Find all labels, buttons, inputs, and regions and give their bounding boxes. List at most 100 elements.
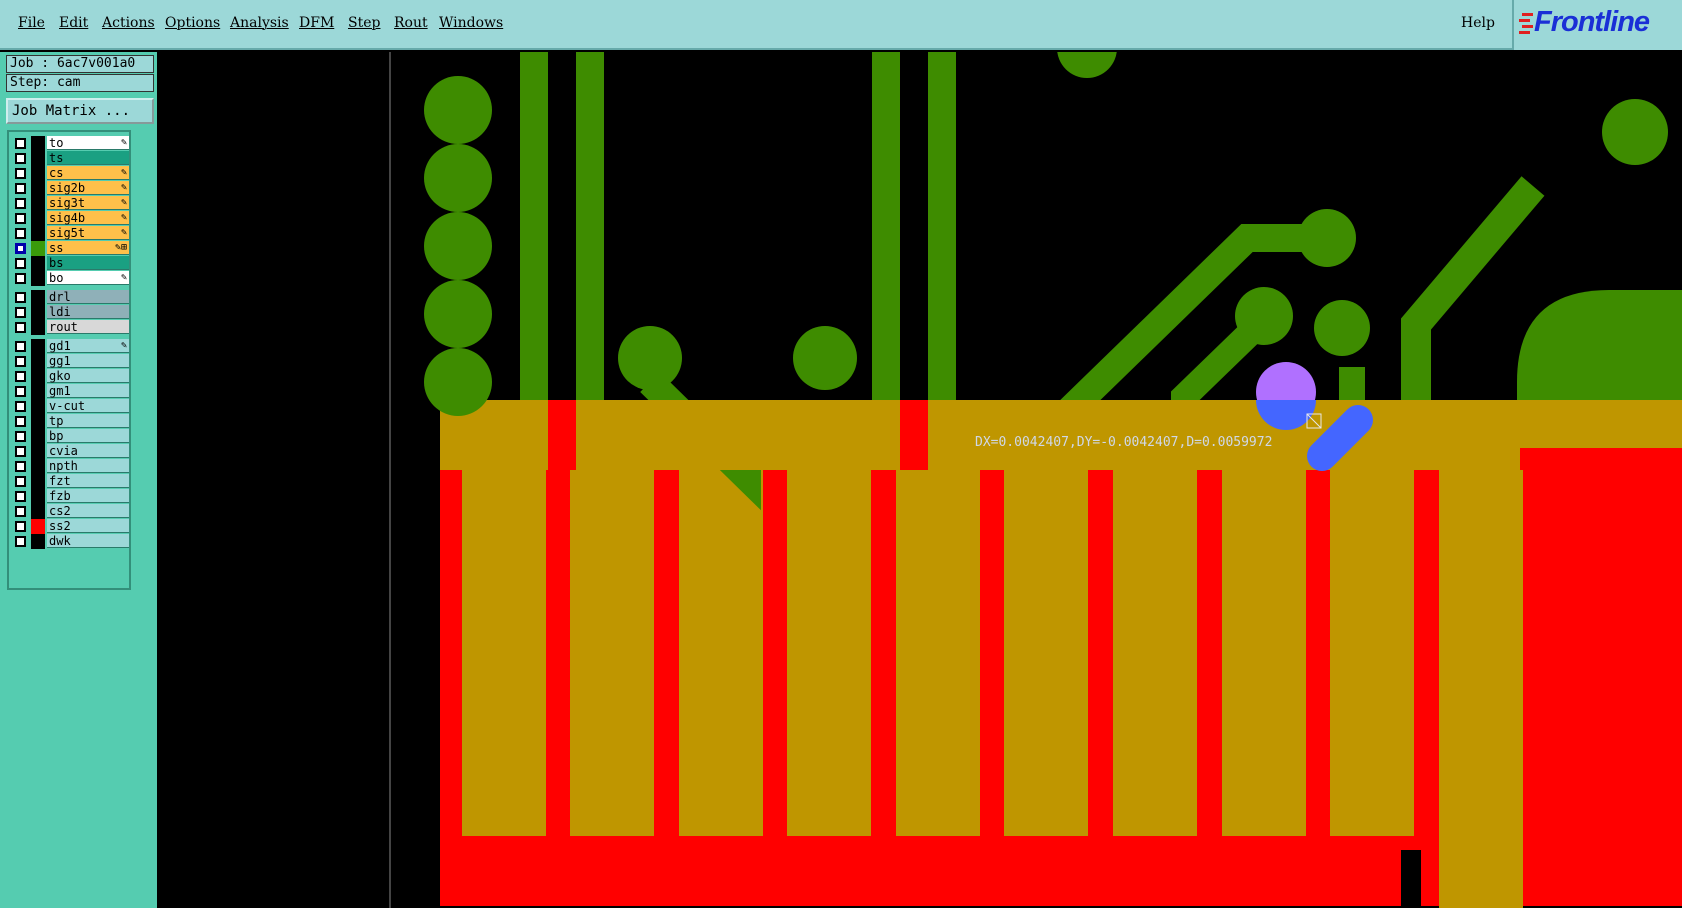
- layer-color-swatch[interactable]: [31, 354, 45, 369]
- menu-options[interactable]: Options: [165, 15, 220, 31]
- layer-checkbox[interactable]: [15, 476, 26, 487]
- layer-name[interactable]: bp: [47, 429, 129, 443]
- layer-checkbox[interactable]: [15, 386, 26, 397]
- menu-help[interactable]: Help: [1461, 15, 1495, 31]
- layer-color-swatch[interactable]: [31, 305, 45, 320]
- layer-color-swatch[interactable]: [31, 181, 45, 196]
- layer-row-gd1[interactable]: gd1 ✎: [11, 339, 129, 354]
- layer-checkbox[interactable]: [15, 491, 26, 502]
- layer-color-swatch[interactable]: [31, 339, 45, 354]
- layer-row-cvia[interactable]: cvia: [11, 444, 129, 459]
- layer-name[interactable]: npth: [47, 459, 129, 473]
- layer-name[interactable]: ldi: [47, 305, 129, 319]
- layer-color-swatch[interactable]: [31, 459, 45, 474]
- layer-checkbox[interactable]: [15, 168, 26, 179]
- layer-color-swatch[interactable]: [31, 226, 45, 241]
- layer-checkbox[interactable]: [15, 461, 26, 472]
- layer-name[interactable]: gg1: [47, 354, 129, 368]
- layer-name[interactable]: sig2b ✎: [47, 181, 129, 195]
- layer-row-rout[interactable]: rout: [11, 320, 129, 335]
- layer-row-dwk[interactable]: dwk: [11, 534, 129, 549]
- layer-checkbox[interactable]: [15, 138, 26, 149]
- layer-name[interactable]: gd1 ✎: [47, 339, 129, 353]
- layer-color-swatch[interactable]: [31, 211, 45, 226]
- layer-name[interactable]: rout: [47, 320, 129, 334]
- layer-checkbox[interactable]: [15, 228, 26, 239]
- layer-color-swatch[interactable]: [31, 166, 45, 181]
- layer-name[interactable]: cs2: [47, 504, 129, 518]
- menu-step[interactable]: Step: [348, 15, 380, 31]
- layer-name[interactable]: tp: [47, 414, 129, 428]
- layer-color-swatch[interactable]: [31, 414, 45, 429]
- layer-checkbox[interactable]: [15, 371, 26, 382]
- layer-color-swatch[interactable]: [31, 489, 45, 504]
- layer-color-swatch[interactable]: [31, 320, 45, 335]
- layer-row-fzt[interactable]: fzt: [11, 474, 129, 489]
- layer-checkbox[interactable]: [15, 273, 26, 284]
- layer-row-gm1[interactable]: gm1: [11, 384, 129, 399]
- menu-file[interactable]: File: [18, 15, 45, 31]
- layer-checkbox[interactable]: [15, 292, 26, 303]
- layer-color-swatch[interactable]: [31, 384, 45, 399]
- layer-name[interactable]: v-cut: [47, 399, 129, 413]
- layer-row-sig3t[interactable]: sig3t ✎: [11, 196, 129, 211]
- layer-color-swatch[interactable]: [31, 399, 45, 414]
- layer-color-swatch[interactable]: [31, 474, 45, 489]
- layer-row-ss[interactable]: ss ✎⊞: [11, 241, 129, 256]
- layer-checkbox[interactable]: [15, 536, 26, 547]
- layer-name[interactable]: ts: [47, 151, 129, 165]
- layer-row-npth[interactable]: npth: [11, 459, 129, 474]
- layer-row-drl[interactable]: drl: [11, 290, 129, 305]
- layer-row-ts[interactable]: ts: [11, 151, 129, 166]
- menu-windows[interactable]: Windows: [439, 15, 503, 31]
- layer-row-bo[interactable]: bo ✎: [11, 271, 129, 286]
- menu-actions[interactable]: Actions: [102, 15, 155, 31]
- menu-analysis[interactable]: Analysis: [230, 15, 289, 31]
- layer-row-tp[interactable]: tp: [11, 414, 129, 429]
- layer-row-to[interactable]: to ✎: [11, 136, 129, 151]
- layer-row-bp[interactable]: bp: [11, 429, 129, 444]
- layer-checkbox[interactable]: [15, 416, 26, 427]
- layer-checkbox[interactable]: [15, 307, 26, 318]
- layer-color-swatch[interactable]: [31, 504, 45, 519]
- layer-color-swatch[interactable]: [31, 369, 45, 384]
- layer-row-ss2[interactable]: ss2: [11, 519, 129, 534]
- layer-row-cs2[interactable]: cs2: [11, 504, 129, 519]
- layer-name[interactable]: ss2: [47, 519, 129, 533]
- menu-dfm[interactable]: DFM: [299, 15, 334, 31]
- layer-checkbox[interactable]: [15, 446, 26, 457]
- menu-edit[interactable]: Edit: [59, 15, 88, 31]
- layer-row-gg1[interactable]: gg1: [11, 354, 129, 369]
- layer-row-fzb[interactable]: fzb: [11, 489, 129, 504]
- layer-row-sig4b[interactable]: sig4b ✎: [11, 211, 129, 226]
- layer-row-ldi[interactable]: ldi: [11, 305, 129, 320]
- layer-name[interactable]: cvia: [47, 444, 129, 458]
- layer-name[interactable]: gm1: [47, 384, 129, 398]
- layer-row-bs[interactable]: bs: [11, 256, 129, 271]
- layer-checkbox[interactable]: [15, 243, 26, 254]
- layer-name[interactable]: fzb: [47, 489, 129, 503]
- layer-color-swatch[interactable]: [31, 151, 45, 166]
- layer-checkbox[interactable]: [15, 322, 26, 333]
- layer-checkbox[interactable]: [15, 258, 26, 269]
- menu-rout[interactable]: Rout: [394, 15, 428, 31]
- layer-name[interactable]: cs ✎: [47, 166, 129, 180]
- layer-name[interactable]: gko: [47, 369, 129, 383]
- layer-checkbox[interactable]: [15, 213, 26, 224]
- layer-checkbox[interactable]: [15, 341, 26, 352]
- layer-color-swatch[interactable]: [31, 429, 45, 444]
- layer-name[interactable]: bo ✎: [47, 271, 129, 285]
- layer-checkbox[interactable]: [15, 521, 26, 532]
- layer-name[interactable]: sig3t ✎: [47, 196, 129, 210]
- layer-name[interactable]: sig5t ✎: [47, 226, 129, 240]
- layer-color-swatch[interactable]: [31, 271, 45, 286]
- layer-checkbox[interactable]: [15, 198, 26, 209]
- job-matrix-button[interactable]: Job Matrix ...: [6, 98, 154, 124]
- layer-name[interactable]: fzt: [47, 474, 129, 488]
- layer-row-cs[interactable]: cs ✎: [11, 166, 129, 181]
- layer-name[interactable]: dwk: [47, 534, 129, 548]
- layer-checkbox[interactable]: [15, 506, 26, 517]
- layer-checkbox[interactable]: [15, 401, 26, 412]
- layer-color-swatch[interactable]: [31, 196, 45, 211]
- layer-name[interactable]: drl: [47, 290, 129, 304]
